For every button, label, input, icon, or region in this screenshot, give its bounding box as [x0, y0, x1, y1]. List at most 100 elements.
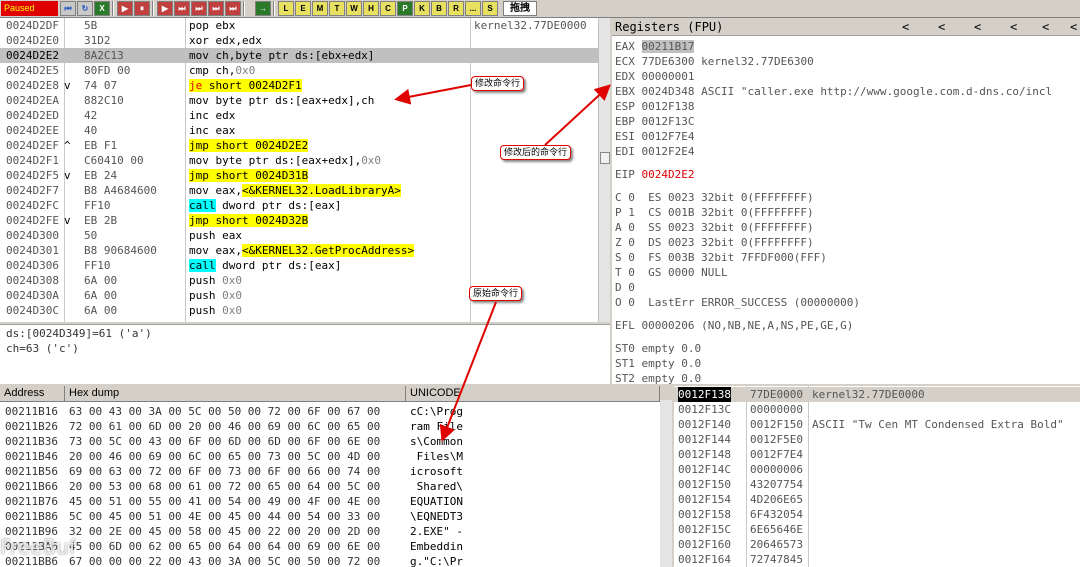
- step-over-icon[interactable]: ⏭: [174, 1, 190, 16]
- stack-row[interactable]: 0012F148 0012F7E4: [674, 447, 1080, 462]
- stack-row[interactable]: 0012F13C 00000000: [674, 402, 1080, 417]
- panel-source-button[interactable]: S: [482, 1, 498, 16]
- disassembly-pane[interactable]: 0024D2DF 5B pop ebx kernel32.77DE0000 0024D2…: [0, 18, 598, 322]
- stack-row[interactable]: 0012F164 72747845: [674, 552, 1080, 567]
- register-row[interactable]: ESI 0012F7E4: [615, 129, 694, 144]
- register-value[interactable]: 0012F138: [642, 100, 695, 113]
- disassembly-row[interactable]: 0024D306 FF10 call dword ptr ds:[eax]: [0, 258, 598, 273]
- execute-till-return-icon[interactable]: ⏭: [225, 1, 241, 16]
- efl-row[interactable]: EFL 00000206 (NO,NB,NE,A,NS,PE,GE,G): [615, 318, 853, 333]
- disassembly-scrollbar[interactable]: [598, 18, 610, 322]
- hex-row[interactable]: 00211BA6 45 00 6D 00 62 00 65 00 64 00 64…: [0, 539, 660, 554]
- panel-windows-button[interactable]: W: [346, 1, 362, 16]
- stack-row[interactable]: 0012F160 20646573: [674, 537, 1080, 552]
- column-header-hex-dump[interactable]: Hex dump: [65, 386, 406, 402]
- panel-handles-button[interactable]: H: [363, 1, 379, 16]
- register-row-eip[interactable]: EIP 0024D2E2: [615, 167, 694, 182]
- hex-row[interactable]: 00211B16 63 00 43 00 3A 00 5C 00 50 00 72…: [0, 404, 660, 419]
- hex-row[interactable]: 00211B26 72 00 61 00 6D 00 20 00 46 00 69…: [0, 419, 660, 434]
- stack-row[interactable]: 0012F14C 00000006: [674, 462, 1080, 477]
- register-value[interactable]: 00211B17: [641, 40, 695, 53]
- hex-dump-scrollbar[interactable]: [660, 400, 672, 567]
- disassembly-row[interactable]: 0024D301 B8 90684600 mov eax,<&KERNEL32.Ge…: [0, 243, 598, 258]
- disassembly-row[interactable]: 0024D2FE v EB 2B jmp short 0024D32B: [0, 213, 598, 228]
- hex-row[interactable]: 00211B36 73 00 5C 00 43 00 6F 00 6D 00 6D…: [0, 434, 660, 449]
- step-into-icon[interactable]: ▶: [157, 1, 173, 16]
- drag-tab[interactable]: 拖拽: [503, 1, 537, 16]
- disassembly-row[interactable]: 0024D2FC FF10 call dword ptr ds:[eax]: [0, 198, 598, 213]
- hex-row[interactable]: 00211B96 32 00 2E 00 45 00 58 00 45 00 22…: [0, 524, 660, 539]
- fpu-register-row[interactable]: ST1 empty 0.0: [615, 356, 701, 371]
- disassembly-row[interactable]: 0024D2E2 8A2C13 mov ch,byte ptr ds:[ebx+ed…: [0, 48, 598, 63]
- register-value[interactable]: 0012F13C: [642, 115, 695, 128]
- register-row[interactable]: EDI 0012F2E4: [615, 144, 694, 159]
- register-row[interactable]: EBP 0012F13C: [615, 114, 694, 129]
- flag-row[interactable]: D 0: [615, 280, 635, 295]
- panel-executable-button[interactable]: E: [295, 1, 311, 16]
- nav-left-icon[interactable]: <: [1010, 18, 1022, 36]
- flag-row[interactable]: Z 0 DS 0023 32bit 0(FFFFFFFF): [615, 235, 814, 250]
- register-value[interactable]: 0012F2E4: [642, 145, 695, 158]
- register-value[interactable]: 0024D348: [642, 85, 695, 98]
- nav-left-icon[interactable]: <: [1042, 18, 1054, 36]
- flag-row[interactable]: T 0 GS 0000 NULL: [615, 265, 728, 280]
- close-icon[interactable]: X: [94, 1, 110, 16]
- scroll-thumb[interactable]: [600, 152, 610, 164]
- hex-dump-pane[interactable]: Address Hex dump UNICODE 00211B16 63 00 4…: [0, 386, 660, 567]
- flag-row[interactable]: S 0 FS 003B 32bit 7FFDF000(FFF): [615, 250, 827, 265]
- column-header-address[interactable]: Address: [0, 386, 65, 402]
- nav-left-icon[interactable]: <: [974, 18, 986, 36]
- register-row[interactable]: ECX 77DE6300 kernel32.77DE6300: [615, 54, 814, 69]
- hex-row[interactable]: 00211B76 45 00 51 00 55 00 41 00 54 00 49…: [0, 494, 660, 509]
- fpu-register-row[interactable]: ST0 empty 0.0: [615, 341, 701, 356]
- hex-row[interactable]: 00211B56 69 00 63 00 72 00 6F 00 73 00 6F…: [0, 464, 660, 479]
- panel-patches-button[interactable]: P: [397, 1, 413, 16]
- trace-into-icon[interactable]: ⏭: [191, 1, 207, 16]
- hex-row[interactable]: 00211B86 5C 00 45 00 51 00 4E 00 45 00 44…: [0, 509, 660, 524]
- panel-cpu-button[interactable]: C: [380, 1, 396, 16]
- disassembly-row[interactable]: 0024D2EA 882C10 mov byte ptr ds:[eax+edx],…: [0, 93, 598, 108]
- panel-run-trace-button[interactable]: ...: [465, 1, 481, 16]
- stack-pane[interactable]: 0012F138 77DE0000 kernel32.77DE0000 0012F13…: [674, 386, 1080, 567]
- flag-row[interactable]: C 0 ES 0023 32bit 0(FFFFFFFF): [615, 190, 814, 205]
- disassembly-row[interactable]: 0024D30C 6A 00 push 0x0: [0, 303, 598, 318]
- disassembly-row[interactable]: 0024D2F5 v EB 24 jmp short 0024D31B: [0, 168, 598, 183]
- stack-row[interactable]: 0012F158 6F432054: [674, 507, 1080, 522]
- panel-memory-button[interactable]: M: [312, 1, 328, 16]
- disassembly-row[interactable]: 0024D2EE 40 inc eax: [0, 123, 598, 138]
- register-row[interactable]: ESP 0012F138: [615, 99, 694, 114]
- panel-breakpoints-button[interactable]: B: [431, 1, 447, 16]
- flag-row[interactable]: P 1 CS 001B 32bit 0(FFFFFFFF): [615, 205, 814, 220]
- disassembly-row[interactable]: 0024D300 50 push eax: [0, 228, 598, 243]
- stack-row[interactable]: 0012F140 0012F150 ASCII "Tw Cen MT Condens…: [674, 417, 1080, 432]
- register-value[interactable]: 0012F7E4: [642, 130, 695, 143]
- disassembly-row[interactable]: 0024D2E0 31D2 xor edx,edx: [0, 33, 598, 48]
- register-value[interactable]: 0024D2E2: [642, 168, 695, 181]
- panel-threads-button[interactable]: T: [329, 1, 345, 16]
- nav-left-icon[interactable]: <: [1070, 18, 1080, 36]
- panel-log-button[interactable]: L: [278, 1, 294, 16]
- hex-row[interactable]: 00211BB6 67 00 00 00 22 00 43 00 3A 00 5C…: [0, 554, 660, 567]
- stack-row[interactable]: 0012F144 0012F5E0: [674, 432, 1080, 447]
- registers-pane[interactable]: Registers (FPU) < < < < < < EAX 00211B17…: [612, 18, 1080, 384]
- reload-icon[interactable]: ↻: [77, 1, 93, 16]
- flag-row[interactable]: O 0 LastErr ERROR_SUCCESS (00000000): [615, 295, 860, 310]
- nav-left-icon[interactable]: <: [938, 18, 950, 36]
- hex-row[interactable]: 00211B46 20 00 46 00 69 00 6C 00 65 00 73…: [0, 449, 660, 464]
- register-row[interactable]: EAX 00211B17: [615, 39, 695, 54]
- register-value[interactable]: 77DE6300: [642, 55, 695, 68]
- go-to-icon[interactable]: →: [255, 1, 271, 16]
- nav-left-icon[interactable]: <: [902, 18, 914, 36]
- run-icon[interactable]: ▶: [117, 1, 133, 16]
- disassembly-row[interactable]: 0024D2ED 42 inc edx: [0, 108, 598, 123]
- stack-row[interactable]: 0012F138 77DE0000 kernel32.77DE0000: [674, 387, 1080, 402]
- stack-row[interactable]: 0012F15C 6E65646E: [674, 522, 1080, 537]
- registers-header[interactable]: Registers (FPU) < < < < < <: [612, 18, 1080, 36]
- restart-icon[interactable]: ⏮: [60, 1, 76, 16]
- disassembly-row[interactable]: 0024D2DF 5B pop ebx kernel32.77DE0000: [0, 18, 598, 33]
- flag-row[interactable]: A 0 SS 0023 32bit 0(FFFFFFFF): [615, 220, 814, 235]
- pause-icon[interactable]: ⏸: [134, 1, 150, 16]
- column-header-unicode[interactable]: UNICODE: [406, 386, 660, 402]
- fpu-register-row[interactable]: ST2 empty 0.0: [615, 371, 701, 384]
- register-row[interactable]: EDX 00000001: [615, 69, 694, 84]
